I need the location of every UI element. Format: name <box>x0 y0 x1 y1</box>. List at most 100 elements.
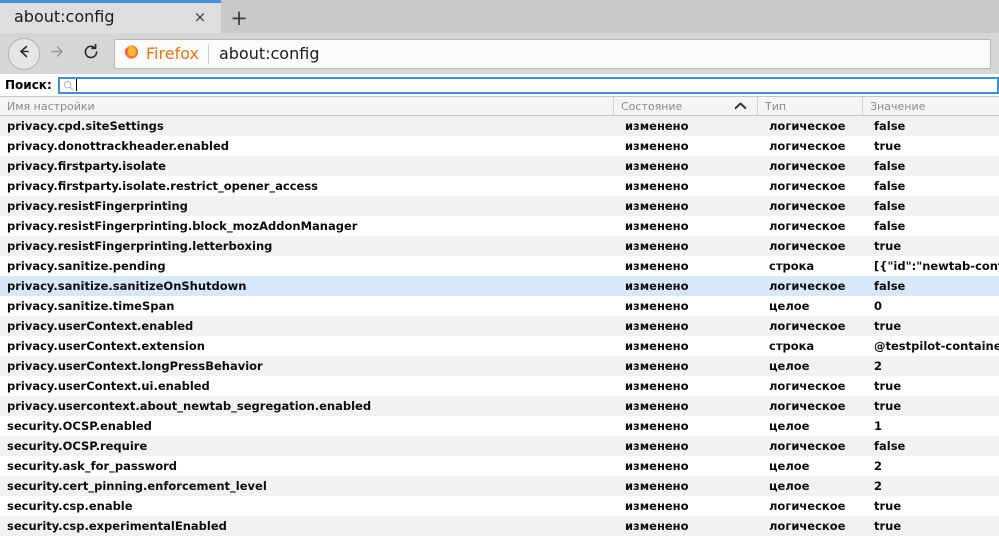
new-tab-button[interactable]: + <box>221 3 257 33</box>
cell-value: [{"id":"newtab-contain <box>874 259 999 273</box>
cell-status: изменено <box>625 499 689 513</box>
cell-value: 2 <box>874 359 883 373</box>
cell-type: целое <box>769 459 810 473</box>
column-header-value[interactable]: Значение <box>862 97 999 115</box>
reload-icon <box>82 43 100 65</box>
search-bar: Поиск: <box>0 74 999 96</box>
cell-type: строка <box>769 339 815 353</box>
table-row[interactable]: privacy.resistFingerprinting изменено логи… <box>0 196 999 216</box>
cell-value: false <box>874 219 906 233</box>
table-row[interactable]: privacy.userContext.longPressBehavior изм… <box>0 356 999 376</box>
url-text[interactable]: about:config <box>219 44 320 63</box>
cell-pref-name: privacy.sanitize.pending <box>7 259 166 273</box>
column-header-type[interactable]: Тип <box>757 97 862 115</box>
table-row[interactable]: security.OCSP.require изменено логическое f… <box>0 436 999 456</box>
cell-type: логическое <box>769 179 846 193</box>
back-button[interactable] <box>8 37 40 70</box>
cell-type: целое <box>769 359 810 373</box>
table-row[interactable]: security.csp.experimentalEnabled изменено… <box>0 516 999 536</box>
table-row[interactable]: privacy.cpd.siteSettings изменено логическ… <box>0 116 999 136</box>
cell-status: изменено <box>625 359 689 373</box>
table-row[interactable]: privacy.userContext.ui.enabled изменено ло… <box>0 376 999 396</box>
table-row[interactable]: privacy.usercontext.about_newtab_segrega… <box>0 396 999 416</box>
firefox-logo-icon <box>123 43 140 64</box>
search-label: Поиск: <box>5 78 52 92</box>
cell-type: логическое <box>769 239 846 253</box>
table-row[interactable]: security.cert_pinning.enforcement_level и… <box>0 476 999 496</box>
table-body: privacy.cpd.siteSettings изменено логическ… <box>0 116 999 540</box>
cell-type: логическое <box>769 199 846 213</box>
cell-status: изменено <box>625 279 689 293</box>
column-header-status[interactable]: Состояние <box>613 97 757 115</box>
cell-status: изменено <box>625 259 689 273</box>
cell-value: true <box>874 239 902 253</box>
cell-type: целое <box>769 479 810 493</box>
table-row[interactable]: privacy.resistFingerprinting.letterboxin… <box>0 236 999 256</box>
url-bar[interactable]: Firefox about:config <box>114 38 991 69</box>
about-config-page: Поиск: Имя настройки Состояние Тип Значе… <box>0 74 999 540</box>
cell-pref-name: privacy.userContext.longPressBehavior <box>7 359 263 373</box>
cell-pref-name: security.csp.enable <box>7 499 133 513</box>
cell-value: false <box>874 439 906 453</box>
table-header-row: Имя настройки Состояние Тип Значение <box>0 97 999 116</box>
cell-type: логическое <box>769 319 846 333</box>
navigation-toolbar: Firefox about:config <box>0 33 999 74</box>
reload-button[interactable] <box>74 37 108 71</box>
table-row[interactable]: privacy.userContext.extension изменено стр… <box>0 336 999 356</box>
cell-status: изменено <box>625 159 689 173</box>
table-row[interactable]: privacy.firstparty.isolate.restrict_open… <box>0 176 999 196</box>
cell-value: 0 <box>874 299 883 313</box>
preferences-table: Имя настройки Состояние Тип Значение pri… <box>0 96 999 540</box>
cell-pref-name: privacy.sanitize.sanitizeOnShutdown <box>7 279 247 293</box>
table-row[interactable]: privacy.donottrackheader.enabled изменено… <box>0 136 999 156</box>
cell-value: false <box>874 119 906 133</box>
table-row[interactable]: security.ask_for_password изменено целое 2 <box>0 456 999 476</box>
forward-arrow-icon <box>48 43 67 64</box>
cell-status: изменено <box>625 339 689 353</box>
cell-pref-name: privacy.cpd.siteSettings <box>7 119 164 133</box>
forward-button <box>40 37 74 71</box>
cell-status: изменено <box>625 379 689 393</box>
tab-about-config[interactable]: about:config × <box>0 0 221 33</box>
table-row[interactable]: security.OCSP.enabled изменено целое 1 <box>0 416 999 436</box>
browser-window: about:config × + Firefox about:config По… <box>0 0 999 540</box>
cell-pref-name: security.cert_pinning.enforcement_level <box>7 479 267 493</box>
cell-value: true <box>874 399 902 413</box>
cell-value: false <box>874 279 906 293</box>
cell-status: изменено <box>625 319 689 333</box>
column-header-name[interactable]: Имя настройки <box>0 97 613 115</box>
close-icon[interactable]: × <box>189 6 211 28</box>
cell-type: логическое <box>769 139 846 153</box>
cell-pref-name: privacy.resistFingerprinting.block_mozAd… <box>7 219 358 233</box>
cell-value: @testpilot-containers <box>874 339 999 353</box>
table-row[interactable]: privacy.sanitize.timeSpan изменено целое 0 <box>0 296 999 316</box>
cell-status: изменено <box>625 459 689 473</box>
table-row[interactable]: privacy.resistFingerprinting.block_mozAd… <box>0 216 999 236</box>
cell-type: строка <box>769 259 815 273</box>
column-header-status-label: Состояние <box>621 99 683 113</box>
search-input[interactable] <box>57 76 999 94</box>
cell-value: false <box>874 179 906 193</box>
cell-pref-name: security.OCSP.enabled <box>7 419 152 433</box>
cell-pref-name: privacy.userContext.extension <box>7 339 205 353</box>
tab-title: about:config <box>14 7 115 26</box>
table-row[interactable]: privacy.userContext.enabled изменено логич… <box>0 316 999 336</box>
cell-status: изменено <box>625 179 689 193</box>
cell-type: логическое <box>769 439 846 453</box>
identity-box[interactable]: Firefox <box>123 43 209 64</box>
cell-status: изменено <box>625 219 689 233</box>
cell-pref-name: privacy.userContext.ui.enabled <box>7 379 210 393</box>
table-row[interactable]: privacy.sanitize.sanitizeOnShutdown измен… <box>0 276 999 296</box>
cell-type: логическое <box>769 399 846 413</box>
cell-status: изменено <box>625 199 689 213</box>
cell-type: логическое <box>769 119 846 133</box>
table-row[interactable]: privacy.firstparty.isolate изменено логиче… <box>0 156 999 176</box>
table-row[interactable]: privacy.sanitize.pending изменено строка [{… <box>0 256 999 276</box>
cell-value: 2 <box>874 459 883 473</box>
cell-type: логическое <box>769 499 846 513</box>
table-row[interactable]: security.csp.enable изменено логическое tru… <box>0 496 999 516</box>
cell-pref-name: security.ask_for_password <box>7 459 178 473</box>
cell-pref-name: privacy.sanitize.timeSpan <box>7 299 175 313</box>
cell-type: логическое <box>769 279 846 293</box>
cell-pref-name: privacy.resistFingerprinting <box>7 199 188 213</box>
